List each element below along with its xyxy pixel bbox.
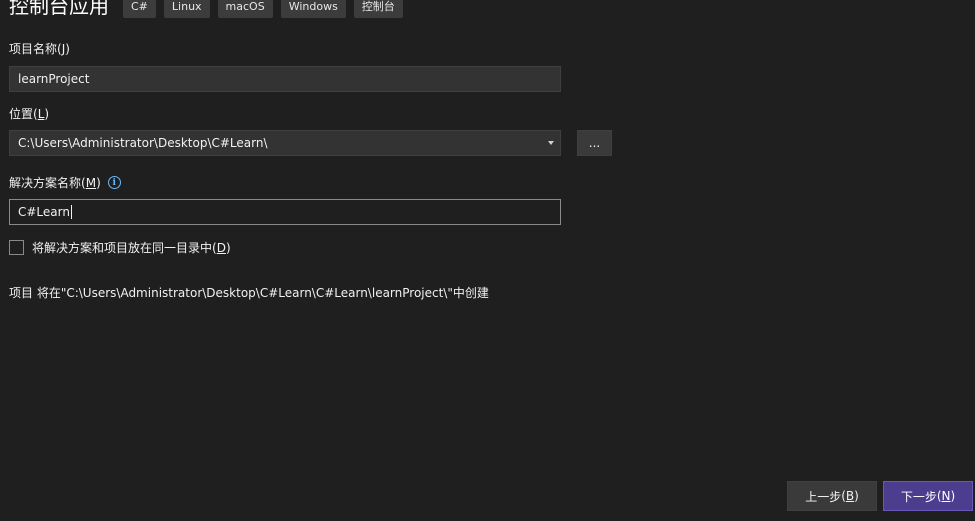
solution-name-label: 解决方案名称(M) i bbox=[9, 174, 121, 191]
header: 控制台应用 C# Linux macOS Windows 控制台 bbox=[9, 0, 403, 20]
project-name-label-text: 项目名称 bbox=[9, 42, 58, 56]
browse-button-label: ... bbox=[588, 136, 601, 150]
location-label: 位置(L) bbox=[9, 106, 50, 122]
same-directory-accel: D bbox=[216, 240, 226, 255]
project-name-label: 项目名称(J) bbox=[9, 41, 70, 57]
solution-name-label-text: 解决方案名称 bbox=[9, 176, 82, 190]
same-directory-label: 将解决方案和项目放在同一目录中 bbox=[32, 241, 213, 255]
tag-linux: Linux bbox=[163, 0, 210, 18]
tag-windows: Windows bbox=[280, 0, 346, 18]
same-directory-checkbox[interactable] bbox=[9, 240, 24, 255]
solution-name-input[interactable]: C#Learn bbox=[9, 199, 561, 225]
next-button-label: 下一步 bbox=[900, 489, 937, 504]
text-caret bbox=[70, 205, 72, 219]
solution-name-value: C#Learn bbox=[18, 205, 70, 219]
back-button-accel: B bbox=[845, 489, 855, 503]
tag-console: 控制台 bbox=[353, 0, 403, 18]
browse-button[interactable]: ... bbox=[577, 130, 612, 156]
back-button[interactable]: 上一步(B) bbox=[787, 481, 877, 511]
configure-project-dialog: 控制台应用 C# Linux macOS Windows 控制台 项目名称(J)… bbox=[0, 0, 975, 521]
back-button-label: 上一步 bbox=[805, 489, 842, 504]
project-name-input[interactable]: learnProject bbox=[9, 66, 561, 92]
tag-macos: macOS bbox=[217, 0, 273, 18]
next-button-accel: N bbox=[941, 489, 951, 503]
solution-name-accel: M bbox=[85, 175, 97, 190]
template-tags: C# Linux macOS Windows 控制台 bbox=[123, 0, 403, 18]
location-accel: L bbox=[37, 106, 45, 121]
next-button[interactable]: 下一步(N) bbox=[883, 481, 973, 511]
chevron-down-icon[interactable] bbox=[548, 141, 554, 145]
tag-csharp: C# bbox=[123, 0, 156, 18]
project-name-accel: J bbox=[61, 41, 66, 56]
project-name-value: learnProject bbox=[18, 72, 90, 86]
creation-path-summary: 项目 将在"C:\Users\Administrator\Desktop\C#L… bbox=[9, 286, 489, 300]
location-value: C:\Users\Administrator\Desktop\C#Learn\ bbox=[18, 136, 268, 150]
info-icon[interactable]: i bbox=[107, 176, 121, 189]
same-directory-option[interactable]: 将解决方案和项目放在同一目录中(D) bbox=[9, 239, 231, 256]
location-label-text: 位置 bbox=[9, 107, 34, 121]
location-combobox[interactable]: C:\Users\Administrator\Desktop\C#Learn\ bbox=[9, 130, 561, 156]
page-title: 控制台应用 bbox=[9, 0, 109, 18]
